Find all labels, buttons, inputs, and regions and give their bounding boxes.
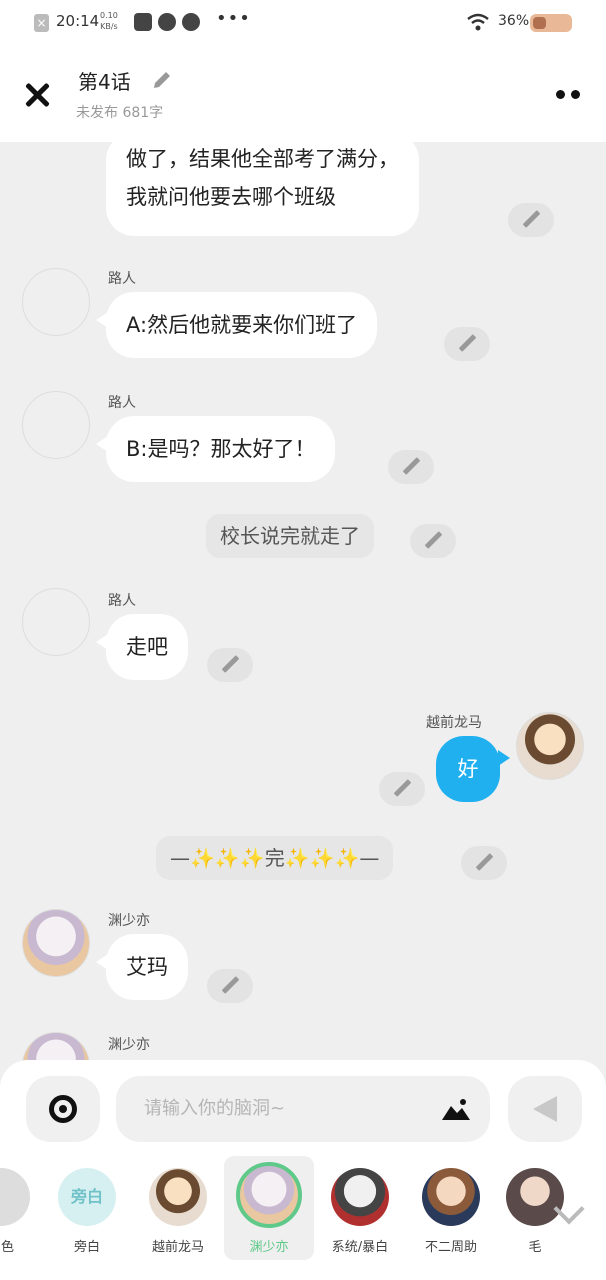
character-item[interactable]: 旁白 旁白 xyxy=(42,1156,132,1260)
speaker-name: 路人 xyxy=(108,271,136,287)
character-name: 毛 xyxy=(528,1240,542,1255)
character-item[interactable]: 越前龙马 xyxy=(133,1156,223,1260)
speaker-name: 越前龙马 xyxy=(426,715,482,731)
speaker-name: 路人 xyxy=(108,395,136,411)
character-name: 角色 xyxy=(0,1240,14,1255)
chat-area[interactable]: 做了，结果他全部考了满分， 我就问他要去哪个班级 路人 A:然后他就要来你们班了… xyxy=(0,142,606,1062)
more-options-icon[interactable] xyxy=(556,90,580,99)
chapter-status: 未发布 681字 xyxy=(76,105,164,121)
message-bubble[interactable]: A:然后他就要来你们班了 xyxy=(95,292,378,358)
status-time: 20:14 xyxy=(56,12,100,30)
speaker-avatar[interactable] xyxy=(22,909,90,977)
more-notifications-icon: ••• xyxy=(216,8,251,29)
edit-message-button[interactable] xyxy=(444,327,490,361)
voice-input-button[interactable] xyxy=(26,1076,100,1142)
voice-icon xyxy=(49,1095,77,1123)
speaker-avatar[interactable] xyxy=(516,712,584,780)
character-avatar xyxy=(331,1168,389,1226)
notification-close-icon: × xyxy=(34,14,49,32)
message-bubble[interactable]: 艾玛 xyxy=(96,934,188,1000)
pencil-icon xyxy=(424,532,442,550)
character-name: 渊少亦 xyxy=(249,1240,289,1255)
pencil-icon xyxy=(475,854,493,872)
speaker-avatar[interactable] xyxy=(22,1032,90,1062)
character-avatar xyxy=(506,1168,564,1226)
status-bar: × 20:14 0.10 KB/s ••• 36% xyxy=(0,0,606,46)
speaker-avatar[interactable] xyxy=(22,391,90,459)
fan-app-icon xyxy=(158,13,176,31)
pencil-icon xyxy=(221,656,239,674)
message-bubble[interactable]: 好 xyxy=(436,736,510,802)
character-item-selected[interactable]: 渊少亦 xyxy=(224,1156,314,1260)
character-name: 系统/暴白 xyxy=(331,1240,389,1255)
message-bubble[interactable]: 走吧 xyxy=(96,614,188,680)
character-avatar xyxy=(236,1162,302,1228)
pencil-icon xyxy=(402,458,420,476)
message-input[interactable]: 请输入你的脑洞~ xyxy=(116,1076,490,1142)
narrator-avatar: 旁白 xyxy=(58,1168,116,1226)
character-avatar xyxy=(422,1168,480,1226)
message-bubble[interactable]: 做了，结果他全部考了满分， 我就问他要去哪个班级 xyxy=(106,142,419,236)
speaker-name: 渊少亦 xyxy=(108,913,150,929)
edit-message-button[interactable] xyxy=(388,450,434,484)
edit-message-button[interactable] xyxy=(508,203,554,237)
battery-percent: 36% xyxy=(498,13,530,29)
character-item[interactable]: 系统/暴白 xyxy=(315,1156,405,1260)
character-item[interactable]: 不二周助 xyxy=(406,1156,496,1260)
speaker-name: 渊少亦 xyxy=(108,1037,150,1053)
send-icon xyxy=(533,1096,557,1122)
speaker-name: 路人 xyxy=(108,593,136,609)
chapter-header: 第4话 未发布 681字 xyxy=(0,46,606,142)
narration-bubble[interactable]: —✨✨✨完✨✨✨— xyxy=(156,836,394,880)
message-bubble[interactable]: B:是吗？那太好了！ xyxy=(95,416,336,482)
speaker-avatar[interactable] xyxy=(22,268,90,336)
input-panel: 请输入你的脑洞~ 角色 旁白 旁白 越前龙马 渊少亦 系统/暴白 不二周助 xyxy=(0,1060,606,1280)
pencil-icon xyxy=(458,335,476,353)
speaker-avatar[interactable] xyxy=(22,588,90,656)
edit-title-icon[interactable] xyxy=(150,68,174,92)
send-button[interactable] xyxy=(508,1076,582,1142)
image-icon[interactable] xyxy=(442,1098,470,1120)
pencil-icon xyxy=(221,977,239,995)
battery-icon xyxy=(530,14,572,32)
character-avatar xyxy=(149,1168,207,1226)
notification-icons xyxy=(134,13,200,31)
wifi-icon xyxy=(467,13,489,31)
pencil-icon xyxy=(393,780,411,798)
edit-message-button[interactable] xyxy=(207,969,253,1003)
app-notification-icon xyxy=(134,13,152,31)
narration-bubble[interactable]: 校长说完就走了 xyxy=(206,514,374,558)
chapter-title[interactable]: 第4话 xyxy=(78,66,131,95)
character-selector[interactable]: 角色 旁白 旁白 越前龙马 渊少亦 系统/暴白 不二周助 毛 xyxy=(0,1156,606,1266)
pencil-icon xyxy=(522,211,540,229)
character-name: 不二周助 xyxy=(424,1240,477,1255)
character-item[interactable]: 角色 xyxy=(0,1156,46,1260)
close-icon[interactable] xyxy=(22,80,52,110)
edit-message-button[interactable] xyxy=(379,772,425,806)
battery-level xyxy=(533,17,546,29)
edit-message-button[interactable] xyxy=(461,846,507,880)
network-speed: 0.10 KB/s xyxy=(100,11,118,31)
ninja-app-icon xyxy=(182,13,200,31)
character-avatar xyxy=(0,1168,30,1226)
character-name: 越前龙马 xyxy=(151,1240,204,1255)
character-name: 旁白 xyxy=(73,1240,100,1255)
edit-message-button[interactable] xyxy=(207,648,253,682)
edit-message-button[interactable] xyxy=(410,524,456,558)
